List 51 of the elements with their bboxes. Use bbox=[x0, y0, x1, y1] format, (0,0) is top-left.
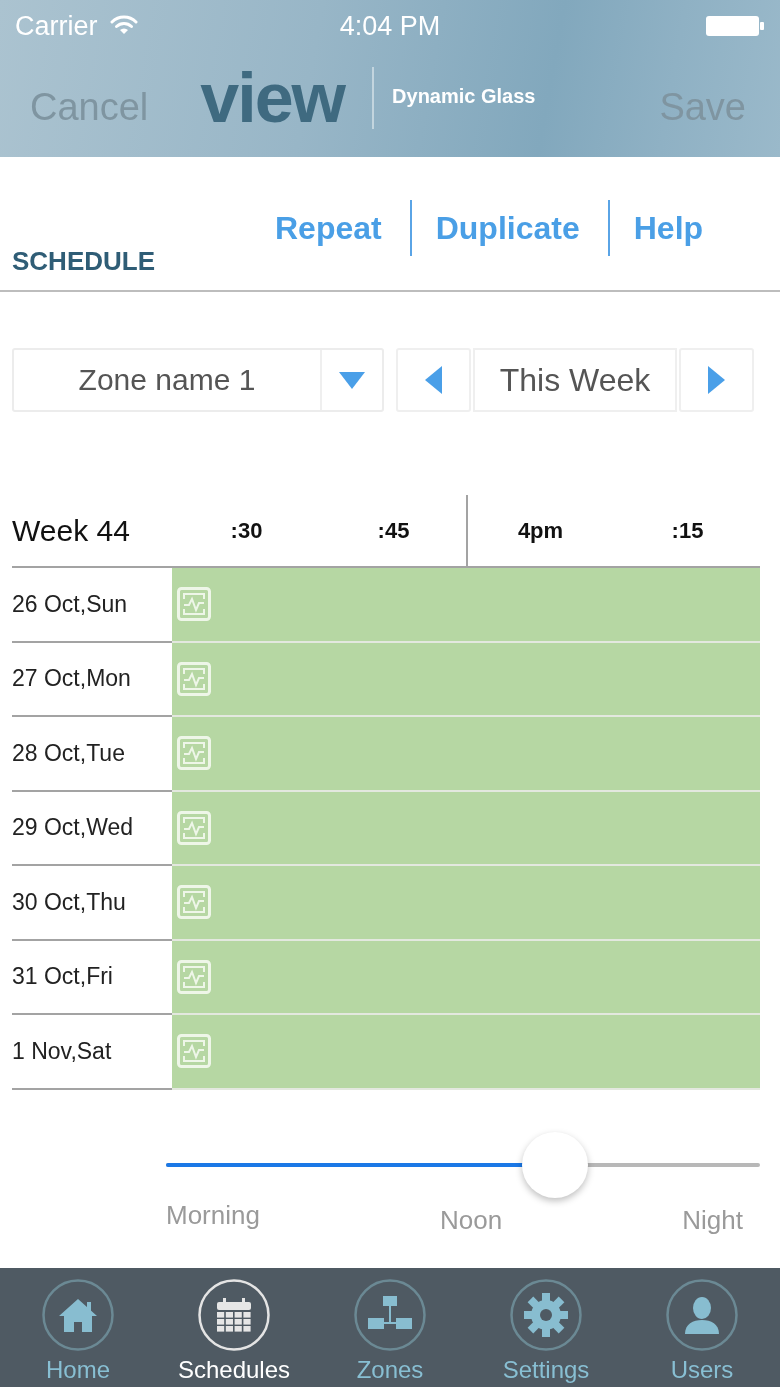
time-tick-label: :15 bbox=[670, 516, 705, 545]
slider-track[interactable] bbox=[166, 1131, 760, 1198]
network-icon bbox=[354, 1278, 426, 1351]
schedule-block[interactable] bbox=[172, 568, 760, 643]
toolbar-link[interactable]: Help bbox=[609, 200, 732, 256]
pulse-icon bbox=[177, 587, 211, 622]
time-tick-label: :45 bbox=[376, 516, 411, 545]
time-tick-label: :30 bbox=[229, 516, 264, 545]
schedule-block[interactable] bbox=[172, 717, 760, 792]
pulse-icon bbox=[177, 736, 211, 771]
tab-bar-item[interactable]: Users bbox=[624, 1267, 780, 1387]
slider-label: Noon bbox=[440, 1204, 503, 1236]
section-title: SCHEDULE bbox=[12, 246, 156, 277]
gear-icon bbox=[510, 1278, 582, 1351]
tab-bar-item[interactable]: Zones bbox=[312, 1267, 468, 1387]
week-number: Week 44 bbox=[12, 513, 130, 548]
toolbar-link[interactable]: Duplicate bbox=[411, 200, 608, 256]
pulse-icon bbox=[177, 959, 211, 994]
triangle-right-icon bbox=[708, 366, 725, 394]
zone-dropdown[interactable]: Zone name 1 bbox=[12, 348, 384, 412]
tab-bar-item[interactable]: Settings bbox=[468, 1267, 624, 1387]
calendar-icon bbox=[198, 1278, 270, 1351]
pulse-icon bbox=[177, 885, 211, 920]
logo-tagline: Dynamic Glass bbox=[392, 85, 536, 108]
schedule-block[interactable] bbox=[172, 791, 760, 866]
week-label: This Week bbox=[473, 348, 677, 412]
user-icon bbox=[666, 1278, 738, 1351]
toolbar-link[interactable]: Repeat bbox=[263, 200, 410, 256]
carrier-label: Carrier bbox=[15, 10, 98, 42]
schedule-block[interactable] bbox=[172, 642, 760, 717]
schedule-block[interactable] bbox=[172, 1015, 760, 1090]
next-week-button[interactable] bbox=[679, 348, 754, 412]
time-tick-label: 4pm bbox=[466, 495, 613, 566]
slider-label: Morning bbox=[166, 1199, 260, 1232]
wifi-icon bbox=[109, 13, 138, 35]
clock-time: 4:04 PM bbox=[339, 10, 441, 42]
tab-bar-item[interactable]: Home bbox=[0, 1267, 156, 1387]
pulse-icon bbox=[177, 1034, 211, 1069]
previous-week-button[interactable] bbox=[396, 348, 471, 412]
slider-thumb[interactable] bbox=[522, 1131, 589, 1198]
home-icon bbox=[42, 1278, 114, 1351]
slider-label: Night bbox=[682, 1204, 743, 1236]
schedule-block[interactable] bbox=[172, 940, 760, 1015]
triangle-left-icon bbox=[425, 366, 442, 394]
tab-bar-item[interactable]: Schedules bbox=[156, 1267, 312, 1387]
schedule-block[interactable] bbox=[172, 866, 760, 941]
pulse-icon bbox=[177, 661, 211, 696]
logo-wordmark: view bbox=[200, 62, 345, 133]
caret-down-icon bbox=[339, 371, 365, 389]
pulse-icon bbox=[177, 810, 211, 845]
battery-icon bbox=[705, 15, 765, 37]
